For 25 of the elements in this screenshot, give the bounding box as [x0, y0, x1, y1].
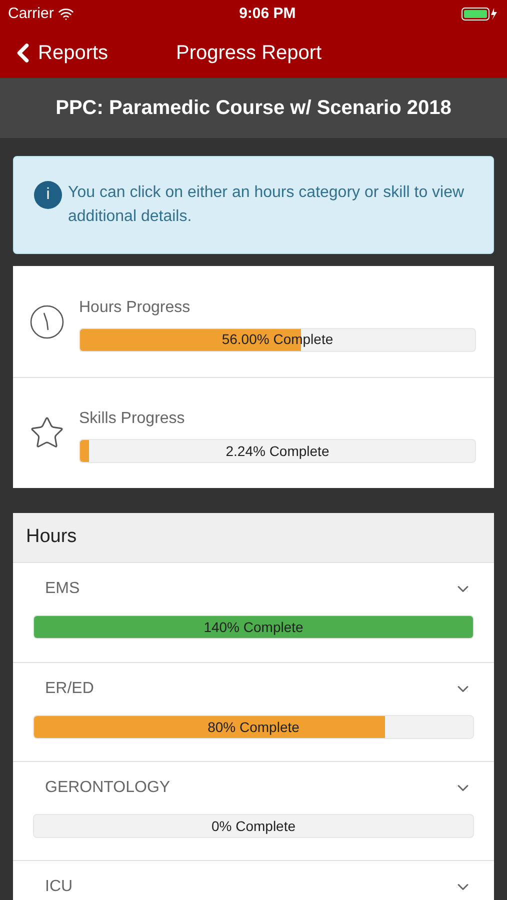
- hours-row[interactable]: ER/ED 80% Complete: [13, 662, 494, 761]
- hours-title: Hours: [26, 525, 77, 550]
- info-text: You can click on either an hours category or skill to view additional details.: [68, 183, 466, 227]
- progress-title: Hours Progress: [79, 298, 192, 318]
- hours-row[interactable]: EMS 140% Complete: [13, 563, 494, 662]
- hours-row[interactable]: GERONTOLOGY 0% Complete: [13, 761, 494, 860]
- screen-title: Progress Report: [176, 41, 322, 66]
- progress-label: 2.24% Complete: [226, 442, 330, 461]
- back-button[interactable]: Reports: [8, 38, 108, 68]
- battery-icon: [460, 7, 499, 21]
- progress-title: Skills Progress: [79, 409, 186, 429]
- info-icon: i: [34, 181, 62, 209]
- carrier-text: Carrier: [8, 4, 54, 24]
- category-name: EMS: [45, 579, 80, 599]
- category-name: ICU: [45, 877, 73, 897]
- progress-label: 80% Complete: [208, 718, 300, 737]
- progress-label: 0% Complete: [211, 816, 296, 836]
- progress-label: 140% Complete: [204, 618, 304, 637]
- category-name: ER/ED: [45, 679, 94, 699]
- wifi-icon: [58, 6, 74, 22]
- clock-icon: [29, 304, 65, 340]
- hours-row[interactable]: ICU: [13, 860, 494, 900]
- time-text: 9:06 PM: [239, 4, 296, 24]
- course-title: PPC: Paramedic Course w/ Scenario 2018: [56, 96, 452, 121]
- category-name: GERONTOLOGY: [45, 778, 170, 798]
